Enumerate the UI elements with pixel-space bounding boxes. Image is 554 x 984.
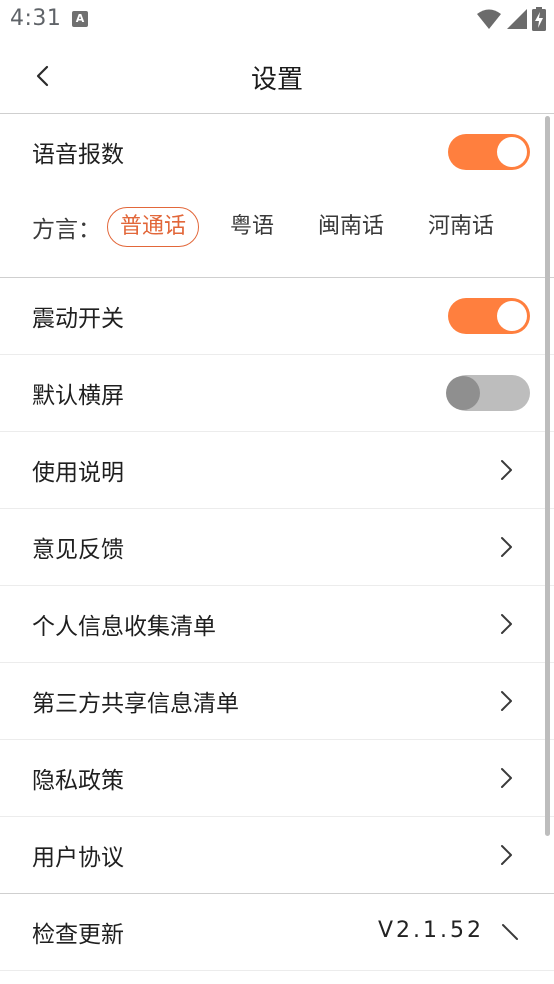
dialect-row: 方言： 普通话 粤语 闽南话 河南话 <box>0 190 554 277</box>
dialect-option-henan[interactable]: 河南话 <box>415 207 507 247</box>
version-text: V2.1.52 <box>377 918 484 943</box>
update-row[interactable]: 检查更新 V2.1.52 <box>0 894 554 971</box>
chevron-right-icon <box>501 537 512 557</box>
third-party-label: 第三方共享信息清单 <box>32 691 239 717</box>
personal-info-label: 个人信息收集清单 <box>32 614 216 640</box>
voice-settings-block: 语音报数 方言： 普通话 粤语 闽南话 河南话 <box>0 114 554 278</box>
title-bar: 设置 <box>0 38 554 114</box>
vibration-row: 震动开关 <box>0 278 554 355</box>
third-party-row[interactable]: 第三方共享信息清单 <box>0 663 554 740</box>
notification-app-icon: A <box>72 11 88 27</box>
chevron-right-icon <box>501 768 512 788</box>
status-icons <box>476 6 546 32</box>
manual-row[interactable]: 使用说明 <box>0 432 554 509</box>
battery-charging-icon <box>532 7 546 31</box>
chevron-right-icon <box>501 614 512 634</box>
personal-info-row[interactable]: 个人信息收集清单 <box>0 586 554 663</box>
feedback-label: 意见反馈 <box>32 537 124 563</box>
voice-announce-row: 语音报数 <box>0 114 554 190</box>
wifi-icon <box>477 9 501 29</box>
vibration-toggle[interactable] <box>448 298 530 334</box>
agreement-row[interactable]: 用户协议 <box>0 817 554 894</box>
toggle-knob <box>497 301 527 331</box>
dialect-option-cantonese[interactable]: 粤语 <box>217 207 287 247</box>
chevron-right-icon <box>501 845 512 865</box>
dialect-label: 方言： <box>32 216 101 243</box>
agreement-label: 用户协议 <box>32 845 124 871</box>
privacy-row[interactable]: 隐私政策 <box>0 740 554 817</box>
scrollbar[interactable] <box>545 116 550 836</box>
dialect-option-mandarin[interactable]: 普通话 <box>107 206 200 247</box>
chevron-right-icon <box>502 924 518 940</box>
chevron-right-icon <box>501 460 512 480</box>
landscape-toggle[interactable] <box>446 375 530 411</box>
status-bar: 4:31 A <box>0 0 554 38</box>
cellular-signal-icon <box>507 9 527 29</box>
toggle-knob <box>446 376 480 410</box>
privacy-label: 隐私政策 <box>32 768 124 794</box>
toggle-knob <box>497 137 527 167</box>
feedback-row[interactable]: 意见反馈 <box>0 509 554 586</box>
voice-announce-toggle[interactable] <box>448 134 530 170</box>
status-time: 4:31 <box>10 6 62 31</box>
chevron-right-icon <box>501 691 512 711</box>
settings-list: 语音报数 方言： 普通话 粤语 闽南话 河南话 震动开关 默认横屏 使用说明 意… <box>0 114 554 984</box>
dialect-option-minnan[interactable]: 闽南话 <box>305 207 397 247</box>
landscape-row: 默认横屏 <box>0 355 554 432</box>
settings-screen: 4:31 A 设置 语音报数 方言： 普通话 粤语 闽南话 河南话 震动开关 默… <box>0 0 554 984</box>
page-title: 设置 <box>250 65 303 95</box>
manual-label: 使用说明 <box>32 460 124 486</box>
